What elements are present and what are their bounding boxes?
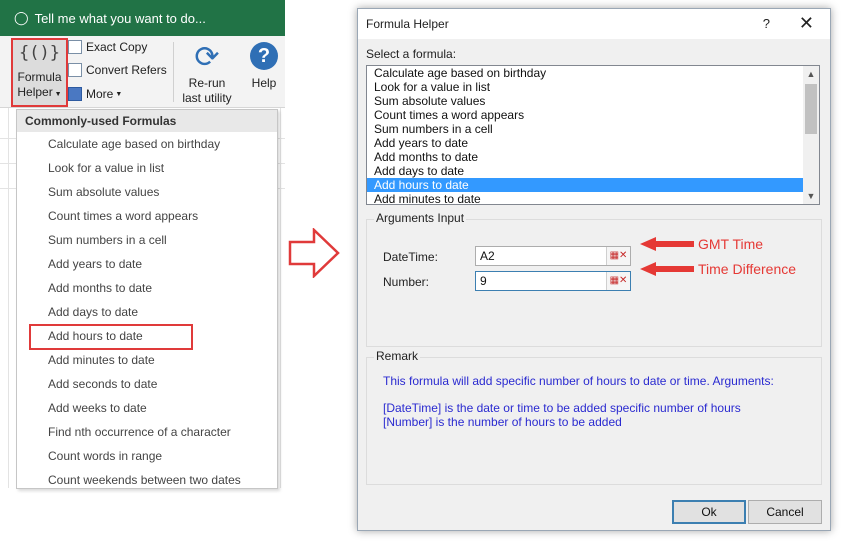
menu-item[interactable]: Count weekends between two dates [17,468,277,492]
time-difference-annotation: Time Difference [698,261,797,277]
cancel-button[interactable]: Cancel [748,500,822,524]
formula-list-item[interactable]: Sum absolute values [367,94,819,108]
exact-copy-label: Exact Copy [86,40,148,54]
rerun-button[interactable]: ⟳ Re-run last utility [176,40,238,106]
menu-item[interactable]: Find nth occurrence of a character [17,420,277,444]
formula-list-item[interactable]: Add days to date [367,164,819,178]
menu-item[interactable]: Look for a value in list [17,156,277,180]
arrow-left-icon [640,237,694,251]
arguments-title: Arguments Input [374,211,467,225]
dialog-titlebar: Formula Helper ? ✕ [358,9,830,39]
more-icon [68,87,82,101]
rerun-icon: ⟳ [194,41,220,74]
dialog-title: Formula Helper [366,17,449,31]
scrollbar-thumb[interactable] [805,84,817,134]
menu-item[interactable]: Add months to date [17,276,277,300]
formula-list-item[interactable]: Sum numbers in a cell [367,122,819,136]
close-icon[interactable]: ✕ [799,13,814,34]
formula-list-item[interactable]: Calculate age based on birthday [367,66,819,80]
exact-copy-button[interactable]: Exact Copy [68,40,147,54]
convert-refers-label: Convert Refers [86,63,167,77]
formula-helper-icon: {()} [19,43,60,63]
listbox-scrollbar[interactable]: ▲ ▼ [803,66,819,204]
help-label: Help [251,76,277,90]
more-button[interactable]: More ▼ [68,87,122,101]
help-icon: ? [250,42,278,70]
convert-refers-button[interactable]: Convert Refers [68,63,167,77]
chevron-down-icon: ▼ [115,90,123,98]
remark-group: Remark This formula will add specific nu… [366,349,822,485]
menu-item[interactable]: Add hours to date [17,324,277,350]
menu-item[interactable]: Sum absolute values [17,180,277,204]
ribbon: {()} Formula Helper ▼ Exact Copy Convert… [0,36,285,108]
formula-helper-label-2: Helper [17,85,53,99]
remark-line: This formula will add specific number of… [383,374,774,388]
menu-item[interactable]: Calculate age based on birthday [17,132,277,156]
number-label: Number: [383,275,430,289]
formula-list-item[interactable]: Look for a value in list [367,80,819,94]
scroll-up-icon[interactable]: ▲ [803,66,819,82]
menu-item[interactable]: Sum numbers in a cell [17,228,277,252]
range-select-icon[interactable]: ▦✕ [606,247,630,265]
arrow-left-icon [640,262,694,276]
menu-item[interactable]: Add days to date [17,300,277,324]
copy-icon [68,40,82,54]
menu-item[interactable]: Add weeks to date [17,396,277,420]
menu-item[interactable]: Count times a word appears [17,204,277,228]
formula-helper-label-1: Formula [17,70,62,84]
ok-button[interactable]: Ok [672,500,746,524]
menu-item[interactable]: Add minutes to date [17,348,277,372]
remark-line: [Number] is the number of hours to be ad… [383,415,622,429]
menu-item[interactable]: Add seconds to date [17,372,277,396]
remark-line: [DateTime] is the date or time to be add… [383,401,741,415]
help-icon[interactable]: ? [763,16,770,31]
gmt-annotation: GMT Time [698,236,764,252]
select-formula-label: Select a formula: [366,47,457,61]
chevron-down-icon: ▼ [52,91,62,98]
lightbulb-icon: ◯ [14,10,29,25]
formula-list-item[interactable]: Add months to date [367,150,819,164]
range-select-icon[interactable]: ▦✕ [606,272,630,290]
menu-item[interactable]: Add years to date [17,252,277,276]
formula-helper-button[interactable]: {()} Formula Helper ▼ [11,38,68,107]
help-button[interactable]: ? Help [245,40,283,91]
formula-list-item[interactable]: Add hours to date [367,178,819,192]
more-label: More [86,87,114,101]
menu-item[interactable]: Count words in range [17,444,277,468]
formula-helper-menu: Commonly-used Formulas Calculate age bas… [16,109,278,489]
scroll-down-icon[interactable]: ▼ [803,188,819,204]
formula-list-item[interactable]: Count times a word appears [367,108,819,122]
convert-icon [68,63,82,77]
pointer-arrow-icon [288,228,340,278]
ribbon-separator [173,42,174,102]
formula-list-item[interactable]: Add minutes to date [367,192,819,204]
tell-me-text: Tell me what you want to do... [34,10,206,26]
rerun-label-1: Re-run [188,76,226,90]
rerun-label-2: last utility [182,91,232,105]
remark-title: Remark [374,349,421,363]
menu-header: Commonly-used Formulas [17,110,277,132]
formula-list-item[interactable]: Add years to date [367,136,819,150]
datetime-label: DateTime: [383,250,438,264]
formula-listbox[interactable]: Calculate age based on birthday Look for … [366,65,820,205]
tell-me-bar[interactable]: ◯ Tell me what you want to do... [0,0,285,36]
